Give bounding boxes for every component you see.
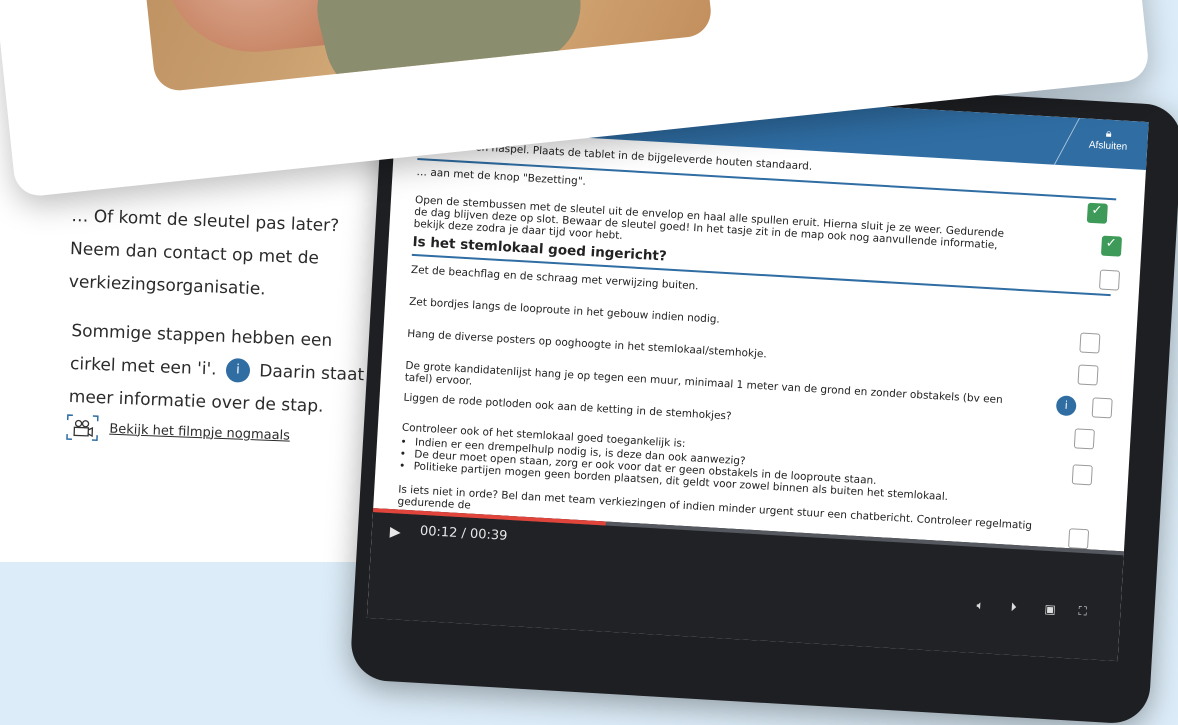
info-button[interactable]: i xyxy=(1055,395,1077,417)
checkbox[interactable] xyxy=(1073,428,1095,450)
checkbox[interactable] xyxy=(1077,364,1099,386)
checkbox[interactable] xyxy=(1079,332,1101,354)
info-icon: i xyxy=(225,357,251,383)
fullscreen-icon[interactable]: ⛶ xyxy=(1078,604,1087,619)
video-time: 00:12 / 00:39 xyxy=(419,523,508,544)
replay-icon[interactable]: ⏵ xyxy=(1010,600,1017,615)
row-text: Zet bordjes langs de looproute in het ge… xyxy=(408,295,721,326)
tablet-screen: 🔒︎ Afsluiten … oplader en haspel. Plaats… xyxy=(366,78,1149,662)
hand-photo xyxy=(124,0,714,93)
volume-icon[interactable]: 🔈︎ xyxy=(976,598,984,613)
row-text: Hang de diverse posters op ooghoogte in … xyxy=(406,327,768,361)
video-camera-icon xyxy=(66,414,99,441)
row-text: … aan met de knop "Bezetting". xyxy=(416,166,587,188)
key-instruction-text: … Of komt de sleutel pas later? Neem dan… xyxy=(68,205,340,300)
tablet-device: 🔒︎ Afsluiten … oplader en haspel. Plaats… xyxy=(349,60,1178,725)
photo-sleeve xyxy=(304,0,594,93)
checkbox-checked[interactable] xyxy=(1100,235,1123,257)
checkbox-checked[interactable] xyxy=(1086,202,1108,224)
step-afsluiten-label: Afsluiten xyxy=(1088,139,1128,153)
checkbox[interactable] xyxy=(1071,464,1093,486)
checkbox[interactable] xyxy=(1091,397,1113,419)
picture-in-picture-icon[interactable]: ▣ xyxy=(1044,602,1056,617)
checkbox[interactable] xyxy=(1068,528,1090,550)
play-icon[interactable]: ▶ xyxy=(389,523,401,541)
step-chevron xyxy=(1033,116,1080,165)
checkbox[interactable] xyxy=(1098,269,1121,291)
step-afsluiten[interactable]: 🔒︎ Afsluiten xyxy=(1089,127,1129,153)
info-circle-explanation: Sommige stappen hebben een cirkel met ee… xyxy=(68,315,372,425)
rewatch-video-label[interactable]: Bekijk het filmpje nogmaals xyxy=(109,421,290,443)
